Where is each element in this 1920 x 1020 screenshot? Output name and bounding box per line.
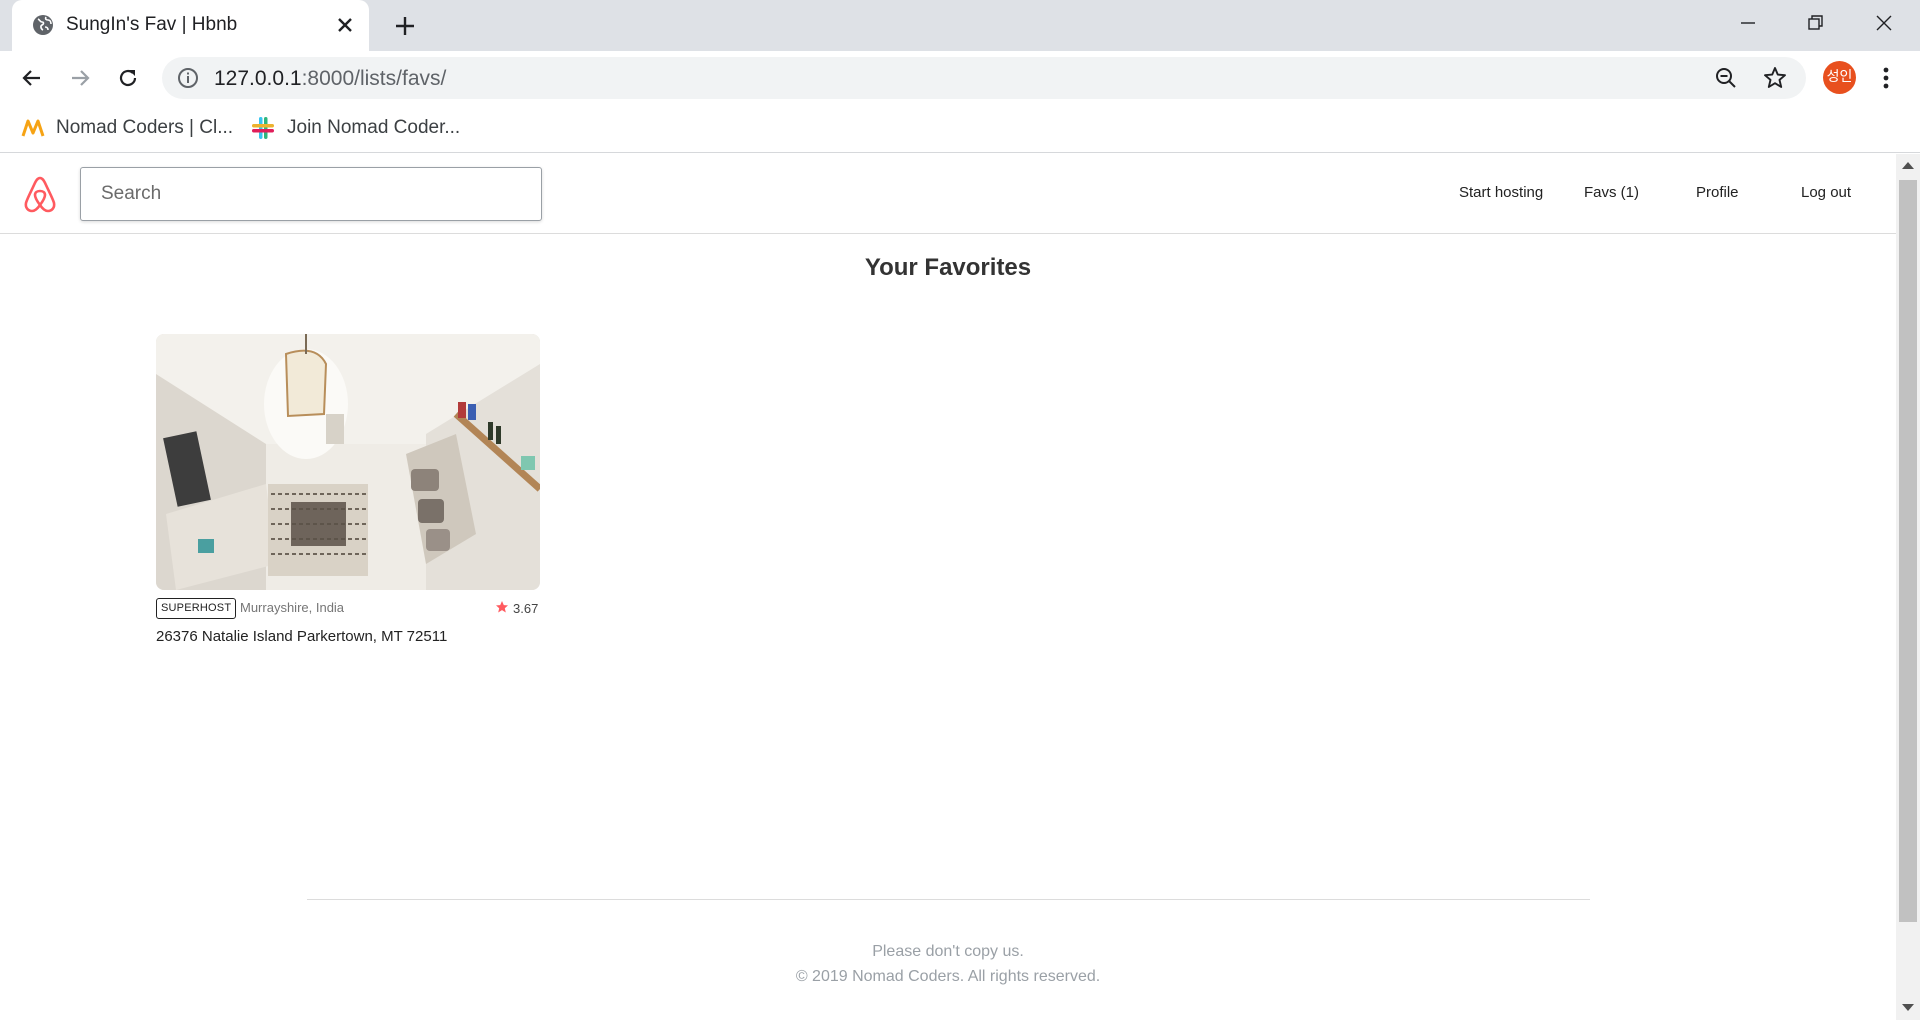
arrow-right-icon [72,70,90,86]
address-bar[interactable]: 127.0.0.1:8000/lists/favs/ [162,57,1806,99]
bookmark-join-nomad[interactable]: Join Nomad Coder... [251,115,471,141]
page-viewport: Start hosting Favs (1) Profile Log out Y… [0,154,1896,1020]
close-tab-icon[interactable] [332,12,358,38]
star-icon [496,601,508,613]
airbnb-logo-icon[interactable] [22,174,58,214]
restore-icon [1808,15,1823,30]
close-window-icon [1876,15,1892,31]
nav-profile[interactable]: Profile [1696,184,1739,201]
new-tab-icon[interactable] [390,11,420,41]
profile-avatar[interactable]: 성인 [1823,61,1856,94]
bookmark-nomad-coders[interactable]: Nomad Coders | Cl... [21,115,234,141]
url-host: 127.0.0.1 [214,67,302,90]
nav-logout[interactable]: Log out [1801,184,1851,201]
nomad-coders-icon [21,119,45,137]
browser-tab[interactable]: SungIn's Fav | Hbnb [12,0,369,51]
slack-icon [252,117,274,139]
browser-toolbar: 127.0.0.1:8000/lists/favs/ 성인 [0,51,1920,103]
nav-start-hosting[interactable]: Start hosting [1459,184,1543,201]
info-icon[interactable] [176,66,200,90]
minimize-icon [1741,22,1755,24]
zoom-out-icon[interactable] [1713,65,1739,91]
bookmark-label: Join Nomad Coder... [287,117,461,138]
page-title: Your Favorites [864,254,1032,281]
url-text[interactable]: 127.0.0.1:8000/lists/favs/ [214,67,446,91]
back-button[interactable] [14,60,50,96]
bookmarks-bar: Nomad Coders | Cl... Join Nomad Coder... [0,103,1920,153]
minimize-button[interactable] [1720,5,1776,41]
footer-copyright: © 2019 Nomad Coders. All rights reserved… [795,968,1101,985]
bookmark-star-icon[interactable] [1762,65,1788,91]
browser-tabstrip: SungIn's Fav | Hbnb [0,0,1920,51]
room-meta: SUPERHOST Murrayshire, India 3.67 [156,598,540,620]
nav-favs[interactable]: Favs (1) [1584,184,1639,201]
tab-title: SungIn's Fav | Hbnb [66,14,238,35]
scroll-down-icon[interactable] [1902,1004,1914,1011]
room-card[interactable]: SUPERHOST Murrayshire, India 3.67 26376 … [156,334,540,654]
restore-button[interactable] [1788,5,1844,41]
site-header: Start hosting Favs (1) Profile Log out [0,154,1896,234]
page-scrollbar[interactable] [1896,154,1920,1020]
footer-notice: Please don't copy us. [872,943,1024,960]
close-window-button[interactable] [1856,5,1912,41]
room-photo-illustration [156,334,540,590]
forward-button[interactable] [62,60,98,96]
footer-divider [307,899,1590,900]
superhost-badge: SUPERHOST [156,598,237,619]
room-address[interactable]: 26376 Natalie Island Parkertown, MT 7251… [156,628,447,645]
globe-icon [33,15,53,35]
room-rating: 3.67 [513,601,539,616]
search-input[interactable] [80,167,542,221]
scrollbar-thumb[interactable] [1899,180,1917,922]
arrow-left-icon [22,70,40,86]
bookmark-label: Nomad Coders | Cl... [56,117,234,138]
url-path: :8000/lists/favs/ [301,67,447,90]
reload-button[interactable] [110,60,146,96]
scroll-up-icon[interactable] [1902,162,1914,169]
reload-icon [119,69,137,87]
room-photo[interactable] [156,334,540,590]
room-city: Murrayshire, India [240,600,345,615]
kebab-menu-icon[interactable] [1874,63,1898,93]
